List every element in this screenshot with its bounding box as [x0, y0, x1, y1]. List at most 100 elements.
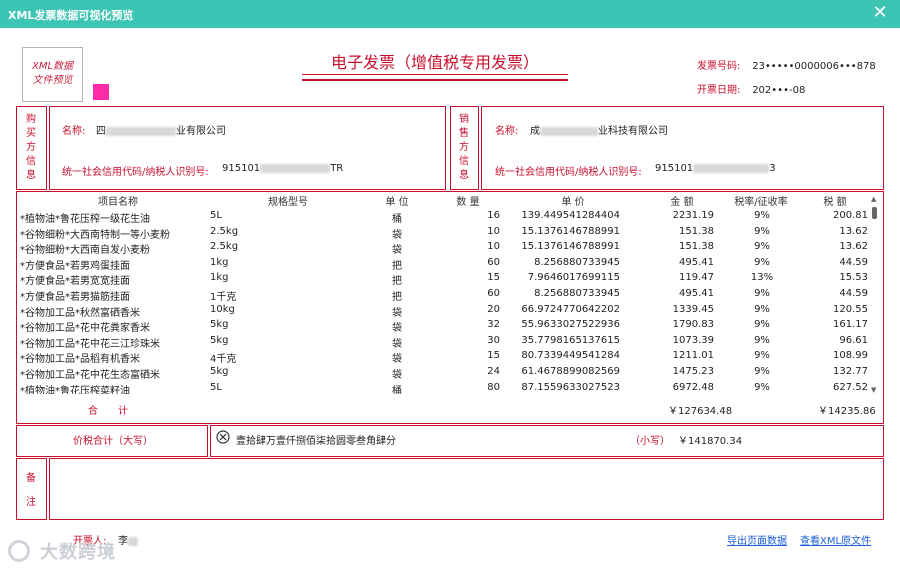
cell-quantity: 24 — [487, 366, 500, 377]
cell-unit: 桶 — [392, 385, 402, 394]
cell-item-name: *谷物加工品*花中花生态富硒米 — [20, 370, 160, 381]
cell-amount: 495.41 — [679, 256, 714, 268]
cell-amount: 1211.01 — [672, 350, 714, 362]
cell-quantity: 10 — [487, 225, 500, 237]
cell-item-name: *方便食品*若男猫筋挂面 — [20, 292, 130, 303]
table-row: *谷物加工品*秋然富硒香米 10kg 袋 20 66.9724770642202 1339… — [18, 304, 870, 320]
table-scrollbar[interactable] — [872, 207, 877, 219]
total-tax: ￥14235.86 — [818, 406, 876, 417]
cell-unit-price: 66.9724770642202 — [521, 303, 620, 315]
cell-item-name: *谷物细粉*大西南自发小麦粉 — [20, 245, 150, 257]
cell-amount: 2231.19 — [672, 210, 714, 221]
cell-item-name: *方便食品*若男宽宽挂面 — [20, 276, 130, 288]
cell-item-name: *谷物加工品*花中花粪家香米 — [20, 323, 150, 335]
cell-tax-amount: 200.81 — [833, 210, 868, 221]
cell-unit: 袋 — [392, 354, 402, 366]
cell-tax-rate: 9% — [754, 241, 770, 253]
cell-spec: 4千克 — [210, 354, 237, 366]
cell-unit-price: 80.7339449541284 — [521, 350, 620, 362]
cell-amount: 1339.45 — [672, 303, 714, 315]
sum-label: 价税合计（大写） — [73, 436, 153, 447]
cell-unit: 把 — [392, 292, 402, 303]
cell-quantity: 20 — [487, 303, 500, 315]
cell-unit: 桶 — [392, 214, 402, 225]
table-row: *谷物加工品*花中花三江珍珠米 5kg 袋 30 35.7798165137615 107… — [18, 335, 870, 351]
cell-tax-amount: 161.17 — [833, 319, 868, 331]
cell-quantity: 60 — [487, 288, 500, 299]
cell-item-name: *谷物加工品*秋然富硒香米 — [20, 307, 140, 319]
watermark-text: 大数跨境 — [40, 542, 116, 563]
cell-unit-price: 7.9646017699115 — [527, 272, 620, 284]
cell-tax-amount: 132.77 — [833, 366, 868, 377]
cell-unit-price: 8.256880733945 — [534, 288, 620, 299]
sum-small-label: （小写） — [630, 436, 670, 447]
table-body[interactable]: *植物油*鲁花压榨一级花生油 5L 桶 16 139.449541284404 2231.… — [0, 0, 900, 394]
cell-quantity: 16 — [487, 210, 500, 221]
table-row: *谷物细粉*大西南自发小麦粉 2.5kg 袋 10 15.1376146788991 15… — [18, 241, 870, 257]
cell-spec: 1kg — [210, 256, 229, 268]
cell-spec: 2.5kg — [210, 225, 239, 237]
cell-tax-rate: 9% — [754, 366, 770, 377]
cell-unit: 袋 — [392, 338, 402, 350]
cell-unit: 袋 — [392, 245, 402, 257]
cell-item-name: *谷物加工品*品稻有机香米 — [20, 354, 140, 366]
cell-unit-price: 87.1559633027523 — [521, 381, 620, 393]
cell-amount: 1073.39 — [672, 334, 714, 346]
view-xml-file-link[interactable]: 查看XML原文件 — [800, 532, 871, 547]
cell-quantity: 32 — [487, 319, 500, 331]
table-row: *谷物加工品*品稻有机香米 4千克 袋 15 80.7339449541284 1211.… — [18, 350, 870, 366]
export-page-data-link[interactable]: 导出页面数据 — [727, 532, 787, 547]
cell-tax-amount: 44.59 — [839, 256, 868, 268]
cell-quantity: 15 — [487, 272, 500, 284]
cell-spec: 5L — [210, 381, 222, 393]
cell-amount: 495.41 — [679, 288, 714, 299]
cell-tax-rate: 13% — [750, 272, 774, 284]
scroll-down-icon[interactable]: ▼ — [871, 386, 876, 394]
cell-amount: 1790.83 — [672, 319, 714, 331]
table-row: *谷物细粉*大西南特制一等小麦粉 2.5kg 袋 10 15.1376146788991… — [18, 226, 870, 242]
total-amount: ￥127634.48 — [668, 406, 733, 417]
cell-quantity: 60 — [487, 256, 500, 268]
cell-tax-rate: 9% — [754, 334, 770, 346]
cell-tax-amount: 108.99 — [833, 350, 868, 362]
cell-quantity: 80 — [487, 381, 500, 393]
cell-unit-price: 35.7798165137615 — [521, 334, 620, 346]
table-row: *植物油*鲁花压榨菜籽油 5L 桶 80 87.1559633027523 6972.48… — [18, 382, 870, 394]
scroll-up-icon[interactable]: ▲ — [871, 195, 876, 203]
table-row: *方便食品*若男鸡蛋挂面 1kg 把 60 8.256880733945 495.41 9%… — [18, 257, 870, 273]
cell-unit: 袋 — [392, 370, 402, 381]
cell-spec: 1kg — [210, 272, 229, 284]
cell-item-name: *方便食品*若男鸡蛋挂面 — [20, 260, 130, 272]
cell-amount: 1475.23 — [672, 366, 714, 377]
cell-tax-amount: 13.62 — [839, 241, 868, 253]
cell-quantity: 15 — [487, 350, 500, 362]
sum-in-words: 壹拾肆万壹仟捌佰柒拾圆零叁角肆分 — [236, 436, 396, 447]
cell-unit-price: 8.256880733945 — [534, 256, 620, 268]
cell-tax-rate: 9% — [754, 319, 770, 331]
sum-small-value: ￥141870.34 — [678, 436, 743, 447]
cell-spec: 5kg — [210, 334, 229, 346]
remarks-box — [49, 458, 884, 520]
cell-tax-amount: 13.62 — [839, 225, 868, 237]
cell-amount: 119.47 — [679, 272, 714, 284]
cell-tax-rate: 9% — [754, 350, 770, 362]
cell-item-name: *植物油*鲁花压榨一级花生油 — [20, 214, 150, 225]
cell-tax-rate: 9% — [754, 303, 770, 315]
cell-spec: 5L — [210, 210, 222, 221]
cell-tax-rate: 9% — [754, 381, 770, 393]
total-label: 合 计 — [88, 406, 128, 417]
cell-tax-amount: 96.61 — [839, 334, 868, 346]
cell-tax-amount: 120.55 — [833, 303, 868, 315]
cell-unit: 袋 — [392, 323, 402, 335]
cell-unit-price: 15.1376146788991 — [521, 225, 620, 237]
cell-tax-rate: 9% — [754, 288, 770, 299]
cell-unit: 把 — [392, 260, 402, 272]
table-row: *方便食品*若男猫筋挂面 1千克 把 60 8.256880733945 495.41 9%… — [18, 288, 870, 304]
cell-unit: 袋 — [392, 229, 402, 241]
remarks-label: 备注 — [26, 473, 36, 508]
cell-unit-price: 61.4678899082569 — [521, 366, 620, 377]
issuer-value: 李 — [118, 532, 138, 547]
cell-amount: 6972.48 — [672, 381, 714, 393]
cell-tax-rate: 9% — [754, 256, 770, 268]
circle-x-icon — [216, 430, 230, 444]
